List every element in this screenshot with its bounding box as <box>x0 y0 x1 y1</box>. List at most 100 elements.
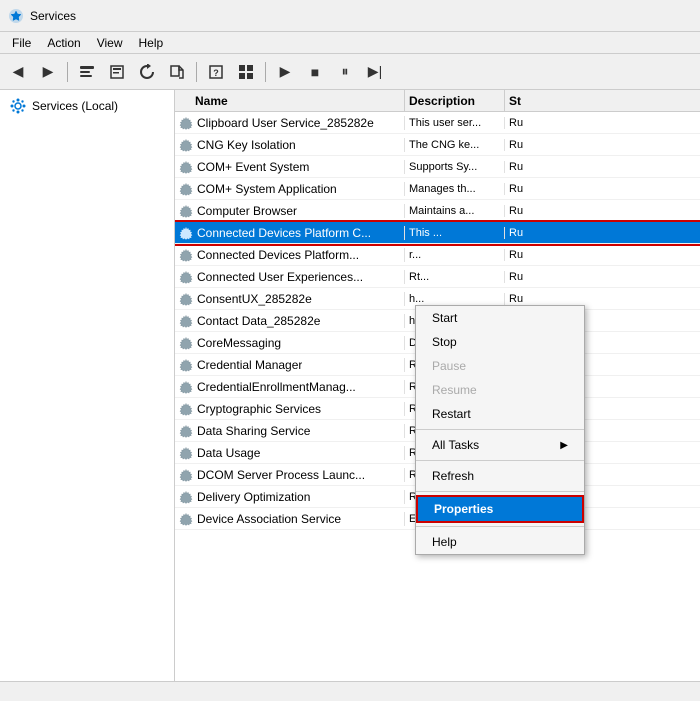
context-menu-separator <box>416 491 584 492</box>
service-name: Connected Devices Platform... <box>197 248 359 262</box>
sidebar-item-services-local[interactable]: Services (Local) <box>4 94 170 118</box>
context-menu-label: Properties <box>434 502 493 516</box>
menu-help[interactable]: Help <box>131 34 172 52</box>
title-bar: Services <box>0 0 700 32</box>
row-name-cell: Data Sharing Service <box>175 424 405 438</box>
context-menu-item-stop[interactable]: Stop <box>416 330 584 354</box>
stop-button[interactable]: ■ <box>301 58 329 86</box>
export-button[interactable] <box>163 58 191 86</box>
show-hide-button[interactable] <box>73 58 101 86</box>
service-name: Clipboard User Service_285282e <box>197 116 374 130</box>
sidebar-label: Services (Local) <box>32 99 118 113</box>
table-row[interactable]: COM+ Event SystemSupports Sy...Ru <box>175 156 700 178</box>
row-status-cell: Ru <box>505 271 527 283</box>
table-row[interactable]: Connected User Experiences...Rt...Ru <box>175 266 700 288</box>
row-name-cell: Credential Manager <box>175 358 405 372</box>
row-name-cell: CoreMessaging <box>175 336 405 350</box>
row-status-cell: Ru <box>505 249 527 261</box>
service-name: Cryptographic Services <box>197 402 321 416</box>
row-status-cell: Ru <box>505 183 527 195</box>
help-icon: ? <box>208 64 224 80</box>
gear-icon <box>179 512 193 526</box>
row-desc-cell: Supports Sy... <box>405 161 505 173</box>
menu-view[interactable]: View <box>89 34 131 52</box>
properties-button[interactable] <box>103 58 131 86</box>
context-menu-item-all-tasks[interactable]: All Tasks ▶ <box>416 433 584 457</box>
gear-icon <box>179 490 193 504</box>
gear-icon <box>179 358 193 372</box>
gear-icon <box>179 424 193 438</box>
row-name-cell: Clipboard User Service_285282e <box>175 116 405 130</box>
status-bar <box>0 681 700 701</box>
view-button[interactable] <box>232 58 260 86</box>
header-name[interactable]: Name <box>175 90 405 111</box>
toolbar: ◀ ▶ ? <box>0 54 700 90</box>
context-menu-label: Resume <box>432 383 477 397</box>
service-name: CNG Key Isolation <box>197 138 296 152</box>
context-menu-item-refresh[interactable]: Refresh <box>416 464 584 488</box>
row-name-cell: DCOM Server Process Launc... <box>175 468 405 482</box>
context-menu-item-resume: Resume <box>416 378 584 402</box>
sidebar: Services (Local) <box>0 90 175 681</box>
menu-action[interactable]: Action <box>39 34 88 52</box>
refresh-button[interactable] <box>133 58 161 86</box>
row-name-cell: Computer Browser <box>175 204 405 218</box>
service-name: ConsentUX_285282e <box>197 292 312 306</box>
submenu-arrow-icon: ▶ <box>560 440 568 451</box>
header-desc[interactable]: Description <box>405 90 505 111</box>
pause-button[interactable]: ⏸ <box>331 58 359 86</box>
context-menu-separator <box>416 429 584 430</box>
refresh-icon <box>139 64 155 80</box>
gear-icon <box>179 314 193 328</box>
service-name: Computer Browser <box>197 204 297 218</box>
table-row[interactable]: Connected Devices Platform C...This ...R… <box>175 222 700 244</box>
context-menu-item-properties[interactable]: Properties <box>416 495 584 523</box>
row-desc-cell: Maintains a... <box>405 205 505 217</box>
help-button[interactable]: ? <box>202 58 230 86</box>
context-menu-separator <box>416 526 584 527</box>
service-name: COM+ System Application <box>197 182 337 196</box>
context-menu-item-restart[interactable]: Restart <box>416 402 584 426</box>
table-row[interactable]: Computer BrowserMaintains a...Ru <box>175 200 700 222</box>
service-name: CredentialEnrollmentManag... <box>197 380 356 394</box>
resume-button[interactable]: ▶| <box>361 58 389 86</box>
row-name-cell: Device Association Service <box>175 512 405 526</box>
services-panel: Name Description St Clipboard User Servi… <box>175 90 700 681</box>
context-menu-item-start[interactable]: Start <box>416 306 584 330</box>
context-menu-label: Help <box>432 535 457 549</box>
gear-icon <box>179 116 193 130</box>
table-row[interactable]: CNG Key IsolationThe CNG ke...Ru <box>175 134 700 156</box>
header-status[interactable]: St <box>505 90 525 111</box>
row-name-cell: Contact Data_285282e <box>175 314 405 328</box>
gear-icon <box>179 446 193 460</box>
row-name-cell: Connected Devices Platform C... <box>175 226 405 240</box>
toolbar-separator-2 <box>196 62 197 82</box>
back-button[interactable]: ◀ <box>4 58 32 86</box>
context-menu-label: All Tasks <box>432 438 479 452</box>
gear-icon <box>179 226 193 240</box>
properties-icon <box>109 64 125 80</box>
context-menu-item-help[interactable]: Help <box>416 530 584 554</box>
row-desc-cell: Rt... <box>405 271 505 283</box>
services-header: Name Description St <box>175 90 700 112</box>
menu-file[interactable]: File <box>4 34 39 52</box>
menu-bar: File Action View Help <box>0 32 700 54</box>
service-name: COM+ Event System <box>197 160 309 174</box>
table-row[interactable]: COM+ System Application Manages th...Ru <box>175 178 700 200</box>
gear-icon <box>179 160 193 174</box>
play-button[interactable]: ▶ <box>271 58 299 86</box>
row-name-cell: ConsentUX_285282e <box>175 292 405 306</box>
table-row[interactable]: Connected Devices Platform...r...Ru <box>175 244 700 266</box>
forward-button[interactable]: ▶ <box>34 58 62 86</box>
row-status-cell: Ru <box>505 227 527 239</box>
gear-icon <box>179 248 193 262</box>
context-menu-label: Pause <box>432 359 466 373</box>
toolbar-separator-3 <box>265 62 266 82</box>
svg-text:?: ? <box>213 68 219 78</box>
table-row[interactable]: Clipboard User Service_285282eThis user … <box>175 112 700 134</box>
window-title: Services <box>30 9 76 23</box>
service-name: DCOM Server Process Launc... <box>197 468 365 482</box>
service-name: Delivery Optimization <box>197 490 310 504</box>
row-desc-cell: Manages th... <box>405 183 505 195</box>
service-name: Credential Manager <box>197 358 302 372</box>
